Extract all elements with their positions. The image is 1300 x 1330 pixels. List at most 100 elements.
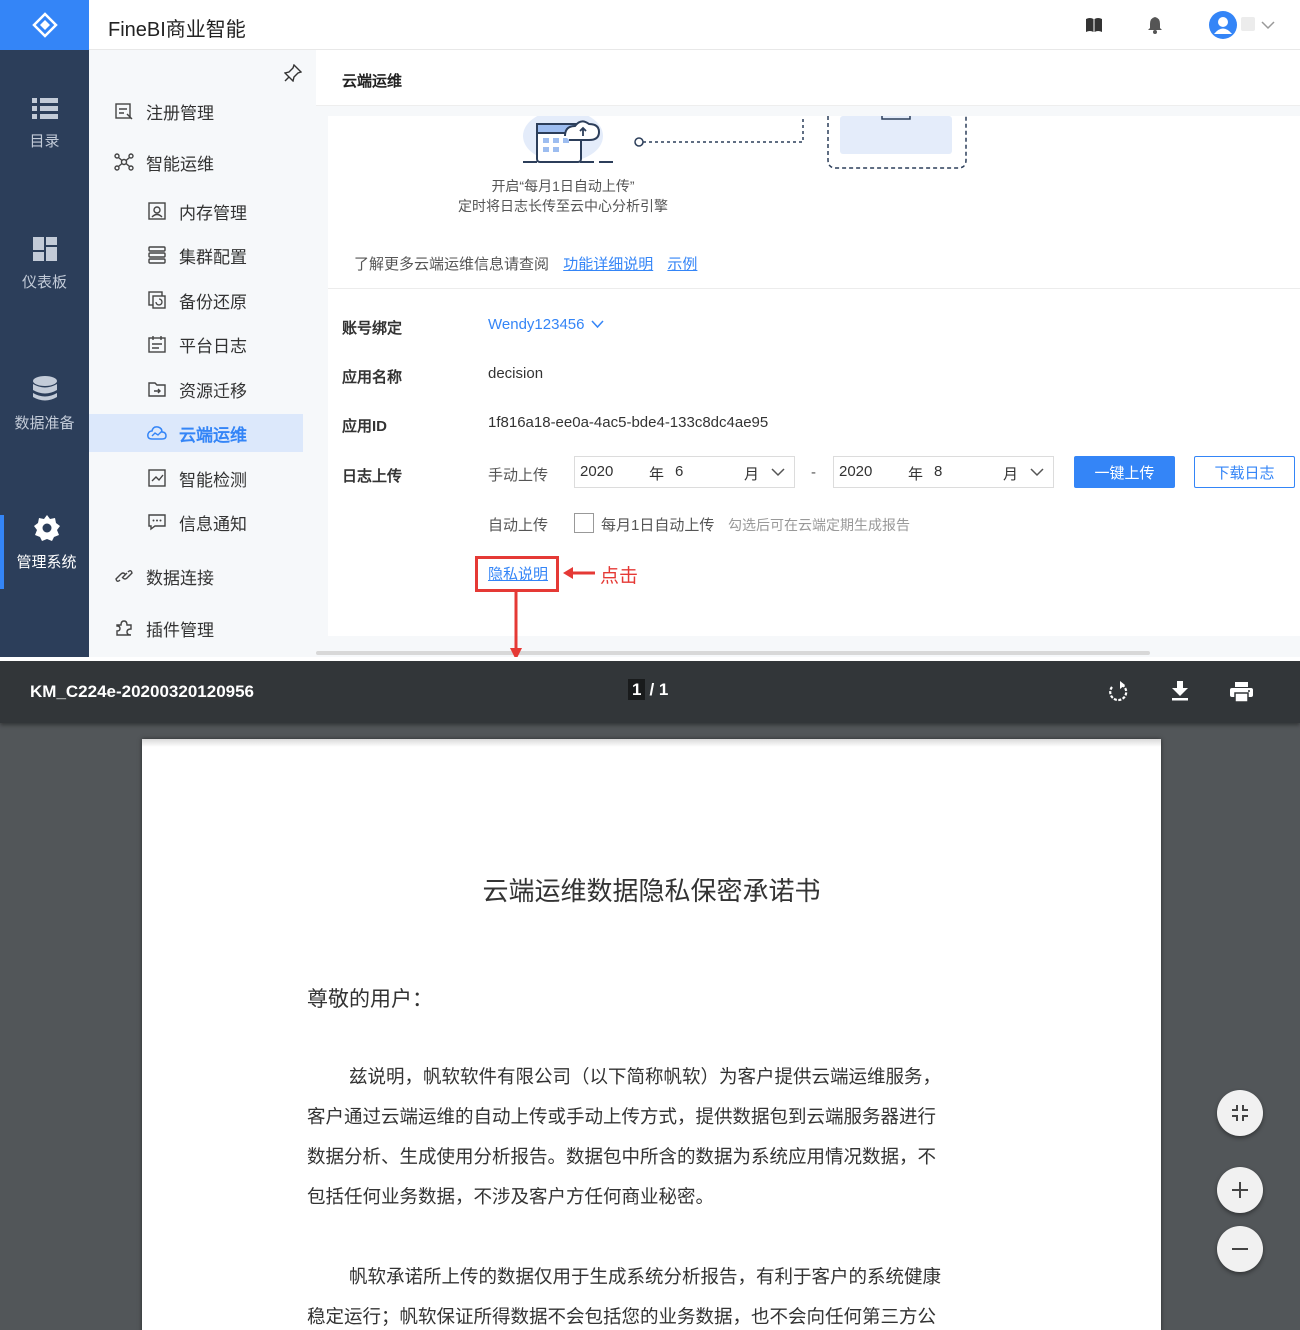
sidebar-item-data-connect[interactable]: 数据连接	[89, 557, 303, 595]
auto-upload-checkbox-label[interactable]: 每月1日自动上传	[601, 514, 714, 535]
sidebar-item-label: 插件管理	[146, 620, 214, 640]
memory-icon	[147, 201, 167, 221]
paragraph-line: 稳定运行；帆软保证所得数据不会包括您的业务数据，也不会向任何第三方公	[307, 1307, 937, 1328]
calendar-upload-illustration	[523, 116, 804, 163]
to-date-select[interactable]: 2020 年 8 月	[833, 456, 1054, 488]
to-year: 2020	[839, 463, 873, 480]
document-title: 云端运维数据隐私保密承诺书	[482, 877, 821, 907]
fit-page-button[interactable]	[1217, 1090, 1263, 1136]
register-icon	[114, 101, 134, 121]
nav-item-admin[interactable]: 管理系统	[0, 515, 89, 589]
pdf-viewer: 云端运维数据隐私保密承诺书 尊敬的用户： 兹说明，帆软软件有限公司（以下简称帆软…	[0, 661, 1300, 1330]
more-info-text: 了解更多云端运维信息请查阅	[354, 256, 550, 273]
chevron-down-icon	[591, 320, 605, 329]
sidebar-item-label: 平台日志	[179, 336, 247, 356]
sidebar-item-label: 资源迁移	[179, 381, 247, 401]
backup-icon	[147, 290, 167, 310]
sidebar-item-platform-log[interactable]: 平台日志	[89, 325, 303, 363]
caption-line-2: 定时将日志长传至云中心分析引擎	[458, 198, 668, 214]
nav-item-dashboard[interactable]: 仪表板	[0, 237, 89, 292]
sidebar-item-label: 信息通知	[179, 514, 247, 534]
example-link[interactable]: 示例	[667, 256, 697, 273]
year-unit: 年	[649, 466, 665, 483]
year-unit: 年	[908, 466, 924, 483]
rotate-icon[interactable]	[1108, 681, 1128, 703]
sidebar-item-register[interactable]: 注册管理	[89, 92, 303, 130]
pin-icon[interactable]	[284, 64, 302, 82]
more-info: 了解更多云端运维信息请查阅 功能详细说明 示例	[354, 253, 697, 274]
sidebar-item-plugin[interactable]: 插件管理	[89, 609, 303, 647]
zoom-out-button[interactable]	[1217, 1226, 1263, 1272]
annotation-text: 点击	[600, 566, 639, 587]
sidebar: 注册管理 智能运维 内存管理 集群配置 备份还原 平台日志 资源迁移 云端运维	[89, 50, 316, 657]
account-value: Wendy123456	[488, 316, 585, 333]
download-log-button[interactable]: 下载日志	[1194, 456, 1295, 488]
paragraph-line: 数据分析、生成使用分析报告。数据包中所含的数据为系统应用情况数据，不	[307, 1147, 937, 1168]
detail-link[interactable]: 功能详细说明	[563, 256, 653, 273]
page-title: 云端运维	[342, 73, 403, 90]
top-bar: FineBI商业智能	[89, 0, 1300, 50]
message-icon	[147, 512, 167, 532]
main-nav: 目录 仪表板 数据准备 管理系统	[0, 50, 89, 657]
paragraph-line: 兹说明，帆软软件有限公司（以下简称帆软）为客户提供云端运维服务，	[349, 1067, 942, 1088]
nav-label: 目录	[29, 133, 60, 150]
sidebar-item-cloud-ops[interactable]: 云端运维	[89, 414, 303, 452]
plus-icon	[1232, 1182, 1248, 1198]
page-current-input[interactable]: 1	[628, 679, 646, 700]
horizontal-scrollbar[interactable]	[316, 651, 1150, 655]
chevron-down-icon	[771, 468, 785, 477]
illustration-caption: 开启“每月1日自动上传” 定时将日志长传至云中心分析引擎	[328, 176, 798, 216]
appid-label: 应用ID	[342, 418, 388, 435]
nav-item-catalog[interactable]: 目录	[0, 98, 89, 151]
sidebar-item-backup[interactable]: 备份还原	[89, 281, 303, 319]
chevron-down-icon[interactable]	[1261, 20, 1275, 30]
avatar[interactable]	[1209, 11, 1237, 39]
sidebar-item-detect[interactable]: 智能检测	[89, 459, 303, 497]
appname-label: 应用名称	[342, 369, 403, 386]
month-unit: 月	[744, 466, 760, 483]
auto-upload-checkbox[interactable]	[574, 513, 594, 533]
detect-icon	[147, 468, 167, 488]
pdf-page: 云端运维数据隐私保密承诺书 尊敬的用户： 兹说明，帆软软件有限公司（以下简称帆软…	[142, 739, 1161, 1330]
cluster-icon	[147, 245, 167, 265]
from-year: 2020	[580, 463, 614, 480]
paragraph-line: 帆软承诺所上传的数据仅用于生成系统分析报告，有利于客户的系统健康	[349, 1267, 942, 1288]
sidebar-item-notify[interactable]: 信息通知	[89, 503, 303, 541]
appid-value: 1f816a18-ee0a-4ac5-bde4-133c8dc4ae95	[488, 414, 769, 431]
database-icon	[32, 376, 57, 401]
migrate-icon	[147, 379, 167, 399]
finebi-app: 目录 仪表板 数据准备 管理系统 FineBI商业智能 注册管理 智能运维 内存…	[0, 0, 1300, 657]
to-month: 8	[934, 463, 943, 480]
scan-edge	[142, 739, 1161, 747]
bell-icon[interactable]	[1147, 16, 1163, 34]
sidebar-item-memory[interactable]: 内存管理	[89, 192, 303, 230]
app-logo[interactable]	[0, 0, 89, 50]
paragraph-line: 包括任何业务数据，不涉及客户方任何商业秘密。	[307, 1187, 715, 1208]
zoom-in-button[interactable]	[1217, 1167, 1263, 1213]
upload-button[interactable]: 一键上传	[1074, 456, 1175, 488]
panel-header: 云端运维	[316, 50, 1300, 106]
from-month: 6	[675, 463, 684, 480]
download-icon[interactable]	[1171, 681, 1189, 701]
month-unit: 月	[1003, 466, 1019, 483]
date-range-dash: -	[811, 464, 816, 481]
account-dropdown[interactable]: Wendy123456	[488, 316, 605, 333]
from-date-select[interactable]: 2020 年 6 月	[574, 456, 795, 488]
nav-item-data-prep[interactable]: 数据准备	[0, 376, 89, 433]
sidebar-item-migrate[interactable]: 资源迁移	[89, 370, 303, 408]
list-icon	[31, 98, 58, 119]
sidebar-item-smart-ops[interactable]: 智能运维	[89, 143, 303, 181]
book-icon[interactable]	[1085, 17, 1103, 33]
cloud-icon	[147, 423, 167, 443]
sidebar-item-label: 智能运维	[146, 154, 214, 174]
account-label: 账号绑定	[342, 320, 403, 337]
chevron-down-icon	[1030, 468, 1044, 477]
appname-value: decision	[488, 365, 544, 382]
divider	[328, 288, 1300, 289]
print-icon[interactable]	[1230, 682, 1253, 702]
sidebar-item-label: 集群配置	[179, 247, 247, 267]
sidebar-item-label: 备份还原	[179, 292, 247, 312]
sidebar-item-cluster[interactable]: 集群配置	[89, 236, 303, 274]
annotation-arrow-left	[563, 567, 595, 579]
nav-label: 管理系统	[16, 554, 77, 571]
